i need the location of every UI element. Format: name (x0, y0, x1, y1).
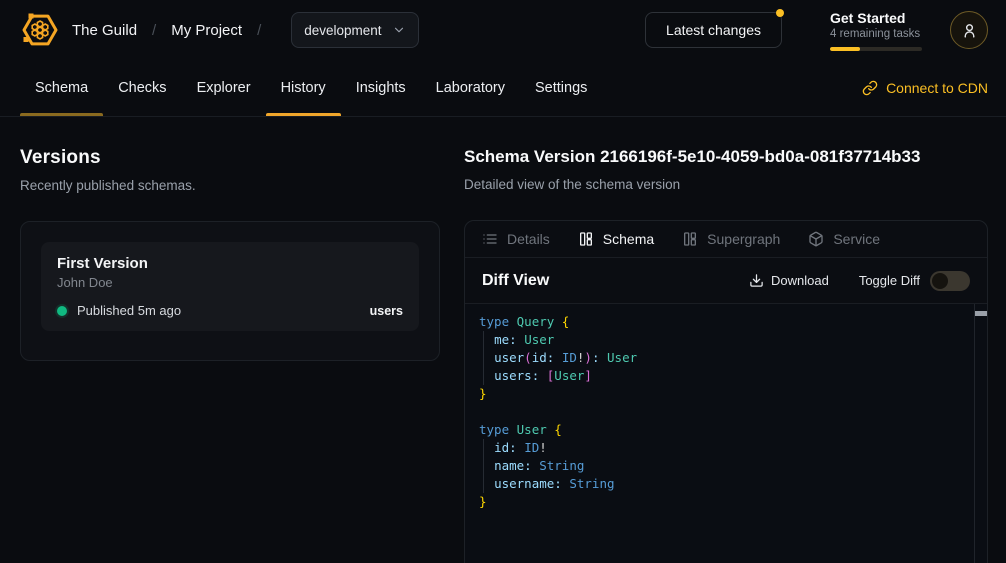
published-status-dot (57, 306, 67, 316)
list-icon (482, 231, 498, 247)
latest-changes-label: Latest changes (666, 22, 761, 38)
toggle-diff-label: Toggle Diff (859, 273, 920, 288)
get-started-progress (830, 47, 922, 51)
project-name[interactable]: My Project (171, 22, 242, 39)
toggle-diff-switch[interactable] (930, 271, 970, 291)
get-started-widget[interactable]: Get Started 4 remaining tasks (830, 10, 922, 51)
main-content: Versions Recently published schemas. Fir… (0, 117, 1006, 563)
version-detail-panel: Details Schema Supergraph (464, 220, 988, 563)
target-selector-value: development (304, 23, 381, 38)
detail-tab-service[interactable]: Service (808, 231, 880, 247)
tab-underline (20, 113, 103, 116)
progress-fill (830, 47, 860, 51)
tab-label: History (281, 80, 326, 96)
box-icon (808, 231, 824, 247)
tab-underline (266, 113, 341, 116)
connect-to-cdn-label: Connect to CDN (886, 80, 988, 96)
columns-icon (578, 231, 594, 247)
get-started-title: Get Started (830, 10, 922, 26)
download-icon (749, 273, 764, 288)
detail-tab-details[interactable]: Details (482, 231, 550, 247)
versions-column: Versions Recently published schemas. Fir… (20, 147, 440, 563)
versions-subtitle: Recently published schemas. (20, 178, 440, 193)
tab-schema[interactable]: Schema (20, 60, 103, 116)
version-detail-column: Schema Version 2166196f-5e10-4059-bd0a-0… (464, 147, 988, 563)
tab-label: Insights (356, 80, 406, 96)
version-list-item[interactable]: First Version John Doe Published 5m ago … (41, 242, 419, 331)
org-name[interactable]: The Guild (72, 22, 137, 39)
diff-view-title: Diff View (482, 272, 549, 290)
notification-dot (776, 9, 784, 17)
tab-settings[interactable]: Settings (520, 60, 602, 116)
detail-tab-label: Details (507, 231, 550, 247)
schema-version-title: Schema Version 2166196f-5e10-4059-bd0a-0… (464, 147, 988, 167)
version-status: Published 5m ago (77, 303, 181, 318)
schema-version-subtitle: Detailed view of the schema version (464, 177, 988, 192)
user-avatar[interactable] (950, 11, 988, 49)
target-selector[interactable]: development (291, 12, 418, 48)
app-header: The Guild / My Project / development Lat… (0, 0, 1006, 60)
toggle-diff-control: Toggle Diff (859, 271, 970, 291)
toggle-knob (932, 273, 948, 289)
tab-label: Explorer (197, 80, 251, 96)
detail-tab-label: Supergraph (707, 231, 780, 247)
download-button[interactable]: Download (749, 273, 829, 288)
versions-panel: First Version John Doe Published 5m ago … (20, 221, 440, 361)
detail-tab-schema[interactable]: Schema (578, 231, 654, 247)
scrollbar-thumb[interactable] (975, 311, 987, 316)
code-scrollbar[interactable] (974, 304, 987, 563)
indent-guide (483, 331, 484, 385)
chevron-down-icon (392, 23, 406, 37)
user-icon (961, 22, 978, 39)
tab-history[interactable]: History (266, 60, 341, 116)
columns-icon (682, 231, 698, 247)
code-block: type Query { me: User user(id: ID!): Use… (465, 304, 987, 520)
version-author: John Doe (57, 275, 403, 290)
diff-actions: Download Toggle Diff (749, 271, 970, 291)
latest-changes-button[interactable]: Latest changes (645, 12, 782, 48)
version-name: First Version (57, 255, 403, 272)
download-label: Download (771, 273, 829, 288)
detail-tab-label: Schema (603, 231, 654, 247)
breadcrumb-separator: / (152, 22, 156, 39)
breadcrumb-separator: / (257, 22, 261, 39)
diff-view-toolbar: Diff View Download Toggle Diff (465, 258, 987, 304)
tab-explorer[interactable]: Explorer (182, 60, 266, 116)
tab-label: Laboratory (436, 80, 505, 96)
indent-guide (483, 439, 484, 493)
link-icon (862, 80, 878, 96)
detail-tab-label: Service (833, 231, 880, 247)
versions-title: Versions (20, 147, 440, 169)
tab-laboratory[interactable]: Laboratory (421, 60, 520, 116)
tab-label: Settings (535, 80, 587, 96)
tab-label: Schema (35, 80, 88, 96)
detail-tabs: Details Schema Supergraph (465, 221, 987, 258)
tab-label: Checks (118, 80, 166, 96)
connect-to-cdn-link[interactable]: Connect to CDN (862, 60, 988, 116)
tab-checks[interactable]: Checks (103, 60, 181, 116)
guild-logo-icon[interactable] (20, 10, 60, 50)
service-name-badge: users (370, 304, 403, 318)
schema-code-viewer[interactable]: type Query { me: User user(id: ID!): Use… (465, 304, 987, 563)
get-started-subtitle: 4 remaining tasks (830, 28, 922, 40)
tab-insights[interactable]: Insights (341, 60, 421, 116)
target-nav: Schema Checks Explorer History Insights … (0, 60, 1006, 117)
detail-tab-supergraph[interactable]: Supergraph (682, 231, 780, 247)
version-meta: Published 5m ago users (57, 303, 403, 318)
